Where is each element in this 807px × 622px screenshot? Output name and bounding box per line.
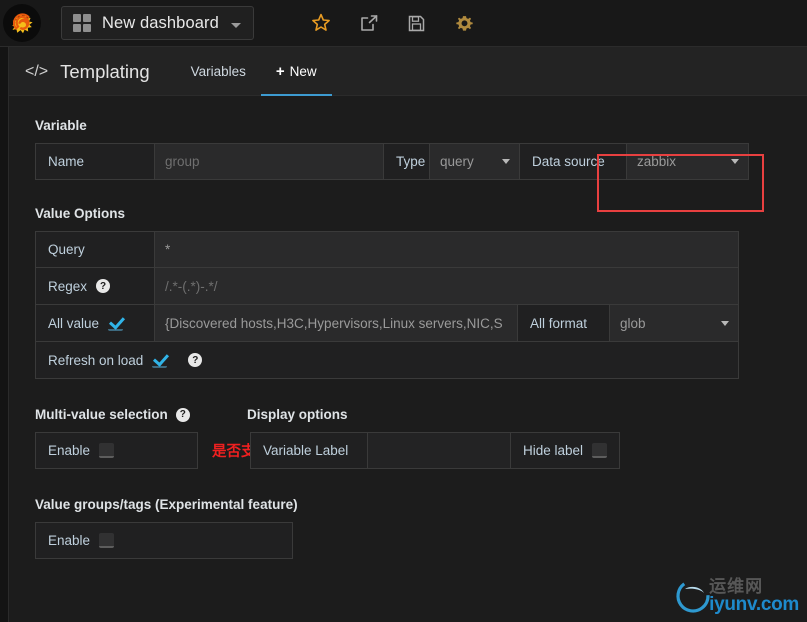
- name-label-text: Name: [48, 154, 85, 169]
- name-input-value: group: [165, 154, 200, 169]
- type-select-value: query: [440, 154, 474, 169]
- datasource-label: Data source: [520, 144, 626, 179]
- chevron-down-icon: [731, 159, 739, 164]
- variable-section-title: Variable: [35, 118, 87, 133]
- help-icon[interactable]: ?: [175, 407, 190, 422]
- chevron-down-icon: [502, 159, 510, 164]
- refresh-label-text: Refresh on load: [48, 352, 144, 368]
- all-value-input[interactable]: {Discovered hosts,H3C,Hypervisors,Linux …: [155, 305, 517, 341]
- regex-input-placeholder: /.*-(.*)-.*/: [165, 278, 218, 294]
- query-input[interactable]: *: [155, 232, 738, 267]
- hide-label-label: Hide label: [510, 433, 619, 468]
- all-format-label: All format: [518, 305, 609, 341]
- tab-new[interactable]: + New: [260, 49, 332, 96]
- query-row: Query *: [35, 231, 739, 268]
- display-options-row: Variable Label Hide label: [250, 432, 620, 469]
- templating-panel: </> Templating Variables + New Variable …: [8, 47, 807, 622]
- all-value-label-text: All value: [48, 315, 100, 331]
- grid-icon: [73, 14, 91, 32]
- tab-new-label: New: [289, 64, 317, 79]
- code-icon: </>: [25, 62, 49, 80]
- mv-display-titles: Multi-value selection ? Display options: [35, 407, 807, 422]
- multi-value-title-text: Multi-value selection: [35, 407, 168, 422]
- variable-row: Name group Type query Data source zabbix: [35, 143, 749, 180]
- help-icon[interactable]: ?: [188, 353, 203, 367]
- tab-variables-label: Variables: [190, 64, 246, 79]
- variable-label-input[interactable]: [368, 433, 510, 468]
- value-groups-enable-row: Enable: [35, 522, 293, 559]
- vg-enable-checkbox[interactable]: [99, 533, 115, 548]
- all-value-row: All value {Discovered hosts,H3C,Hypervis…: [35, 305, 739, 342]
- query-label-text: Query: [48, 242, 85, 257]
- variable-label-label-text: Variable Label: [263, 443, 349, 458]
- name-input[interactable]: group: [155, 144, 383, 179]
- refresh-checkbox[interactable]: [152, 353, 168, 368]
- save-icon[interactable]: [406, 12, 428, 34]
- top-navbar: New dashboard: [0, 0, 807, 47]
- help-icon[interactable]: ?: [96, 279, 111, 293]
- navbar-actions: [310, 12, 476, 34]
- regex-row: Regex ? /.*-(.*)-.*/: [35, 268, 739, 305]
- multi-value-section-title: Multi-value selection ?: [35, 407, 247, 422]
- iyunv-logo-icon: [676, 579, 710, 613]
- variable-row-group: Name group Type query Data source zabbix: [35, 143, 807, 180]
- all-format-label-text: All format: [530, 315, 588, 331]
- all-format-select[interactable]: glob: [610, 305, 738, 341]
- watermark-cn: 运维网: [709, 576, 764, 596]
- value-options-row-group: Query * Regex ? /.*-(.*)-.*/ All value {…: [35, 231, 739, 379]
- grafana-logo-icon[interactable]: [0, 1, 44, 45]
- gear-icon[interactable]: [454, 12, 476, 34]
- regex-label: Regex ?: [36, 268, 154, 304]
- multi-value-row-group: Enable 是否支持多选 Variable Label: [35, 432, 807, 469]
- vg-enable-label-text: Enable: [48, 533, 91, 548]
- type-label: Type: [384, 144, 429, 179]
- mv-enable-label: Enable: [36, 433, 197, 468]
- star-icon[interactable]: [310, 12, 332, 34]
- mv-enable-label-text: Enable: [48, 443, 91, 458]
- datasource-select[interactable]: zabbix: [627, 144, 748, 179]
- watermark-text: 运维网 iyunv.com: [709, 578, 799, 615]
- value-groups-section-title: Value groups/tags (Experimental feature): [35, 497, 298, 512]
- dashboard-picker-button[interactable]: New dashboard: [61, 6, 254, 40]
- tab-variables[interactable]: Variables: [176, 49, 261, 96]
- type-label-text: Type: [396, 154, 426, 169]
- datasource-select-value: zabbix: [637, 154, 677, 169]
- left-gutter: [0, 47, 8, 622]
- multi-value-enable-row: Enable: [35, 432, 198, 469]
- watermark: 运维网 iyunv.com: [673, 576, 799, 616]
- hide-label-label-text: Hide label: [522, 443, 583, 458]
- all-value-checkbox[interactable]: [108, 316, 124, 331]
- display-options-section-title: Display options: [247, 407, 348, 422]
- type-select[interactable]: query: [430, 144, 519, 179]
- query-label: Query: [36, 232, 154, 267]
- page-title: Templating: [60, 60, 150, 82]
- variable-label-label: Variable Label: [251, 433, 368, 468]
- hide-label-checkbox[interactable]: [592, 443, 607, 458]
- datasource-label-text: Data source: [532, 154, 605, 169]
- query-input-value: *: [165, 242, 171, 257]
- refresh-row: Refresh on load ?: [35, 342, 739, 379]
- refresh-label: Refresh on load ?: [36, 342, 738, 378]
- all-format-select-value: glob: [620, 315, 646, 331]
- chevron-down-icon: [230, 22, 241, 28]
- panel-heading: </> Templating: [25, 48, 176, 95]
- vg-enable-label: Enable: [36, 523, 292, 558]
- page-body: </> Templating Variables + New Variable …: [0, 47, 807, 622]
- templating-tabbar: </> Templating Variables + New: [9, 47, 807, 96]
- value-options-section-title: Value Options: [35, 206, 126, 221]
- name-label: Name: [36, 144, 154, 179]
- regex-label-text: Regex: [48, 278, 88, 294]
- mv-enable-checkbox[interactable]: [99, 443, 115, 458]
- value-groups-row-group: Enable: [35, 522, 807, 559]
- all-value-label: All value: [36, 305, 154, 341]
- dashboard-title: New dashboard: [102, 13, 219, 32]
- all-value-input-value: {Discovered hosts,H3C,Hypervisors,Linux …: [165, 315, 503, 331]
- share-icon[interactable]: [358, 12, 380, 34]
- regex-input[interactable]: /.*-(.*)-.*/: [155, 268, 738, 304]
- chevron-down-icon: [721, 320, 729, 326]
- watermark-en: iyunv.com: [709, 593, 799, 615]
- templating-form: Variable Name group Type query Data sour…: [9, 96, 807, 559]
- plus-icon: +: [275, 63, 285, 80]
